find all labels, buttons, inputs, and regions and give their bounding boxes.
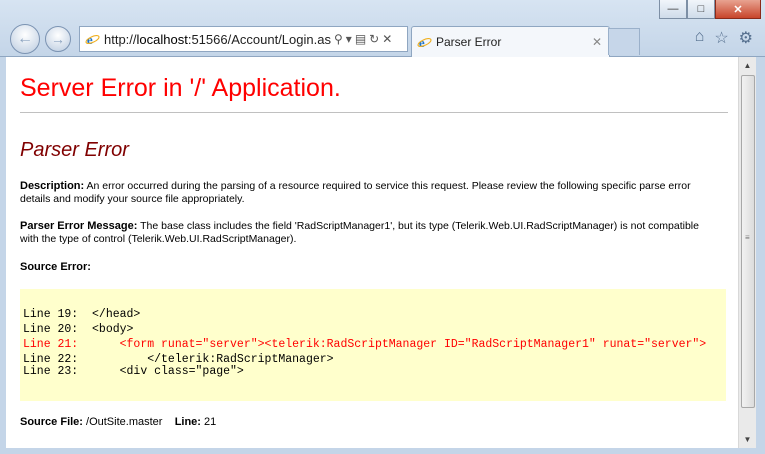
dropdown-arrow-icon[interactable]: ▾ <box>346 32 352 46</box>
url-path: :51566/Account/Login.as <box>187 31 331 47</box>
forward-button[interactable]: → <box>45 26 71 52</box>
page-title: Server Error in '/' Application. <box>20 74 341 102</box>
close-window-button[interactable]: ✕ <box>715 0 761 19</box>
error-type-heading: Parser Error <box>20 139 129 161</box>
address-url[interactable]: http://localhost:51566/Account/Login.as <box>104 32 332 47</box>
stop-icon[interactable]: ✕ <box>382 32 392 46</box>
description-label: Description: <box>20 180 85 192</box>
grip-icon: ≡ <box>745 233 750 242</box>
maximize-button[interactable]: □ <box>687 0 715 19</box>
ie-logo-icon: e <box>84 31 100 47</box>
source-file-info: Source File: /OutSite.master Line: 21 <box>20 416 726 428</box>
scroll-up-icon[interactable]: ▲ <box>739 57 756 74</box>
tab-parser-error[interactable]: e Parser Error ✕ <box>411 26 610 57</box>
source-file-label: Source File: <box>20 416 83 428</box>
page-content: Server Error in '/' Application. Parser … <box>6 57 738 448</box>
url-host: localhost <box>136 31 188 47</box>
tab-title: Parser Error <box>436 35 502 49</box>
window-controls: — □ ✕ <box>659 0 761 19</box>
vertical-scrollbar[interactable]: ▲ ≡ ▼ <box>738 57 756 448</box>
address-bar[interactable]: e http://localhost:51566/Account/Login.a… <box>79 26 408 52</box>
error-message-label: Parser Error Message: <box>20 220 138 232</box>
title-divider <box>20 112 728 113</box>
description-text: An error occurred during the parsing of … <box>20 180 691 205</box>
url-prefix: http:// <box>104 31 137 47</box>
source-code-block: Line 19: </head> Line 20: <body> Line 21… <box>20 289 726 401</box>
minimize-button[interactable]: — <box>659 0 687 19</box>
scroll-down-icon[interactable]: ▼ <box>739 431 756 448</box>
home-icon[interactable]: ⌂ <box>695 28 705 48</box>
line-label: Line: <box>174 416 201 428</box>
refresh-icon[interactable]: ↻ <box>369 32 379 46</box>
tab-close-icon[interactable]: ✕ <box>589 35 605 49</box>
code-line: Line 19: </head> <box>23 308 141 321</box>
browser-chrome: — □ ✕ ← → e http://localhost:51566/Accou… <box>0 0 765 57</box>
code-line: Line 20: <body> <box>23 323 134 336</box>
source-file-value: /OutSite.master <box>82 416 163 428</box>
search-icon[interactable]: ⚲ <box>334 32 343 46</box>
code-line-highlighted: Line 21: <form runat="server"><telerik:R… <box>23 338 707 351</box>
description-paragraph: Description: An error occurred during th… <box>20 180 720 206</box>
back-button[interactable]: ← <box>10 24 40 54</box>
new-tab-button[interactable] <box>608 28 640 55</box>
source-error-label: Source Error: <box>20 261 91 273</box>
scrollbar-thumb[interactable]: ≡ <box>741 75 755 408</box>
compatibility-view-icon[interactable]: ▤ <box>355 32 366 46</box>
favorites-star-icon[interactable]: ☆ <box>714 28 728 48</box>
arrow-right-icon: → <box>51 31 65 47</box>
code-line: Line 23: <div class="page"> <box>23 365 244 378</box>
error-message-paragraph: Parser Error Message: The base class inc… <box>20 220 720 246</box>
tools-gear-icon[interactable]: ⚙ <box>739 28 753 48</box>
window-frame-right <box>756 57 765 454</box>
window-frame-bottom <box>0 448 765 454</box>
tab-ie-icon: e <box>416 34 432 50</box>
arrow-left-icon: ← <box>17 30 33 47</box>
line-value: 21 <box>200 416 217 428</box>
